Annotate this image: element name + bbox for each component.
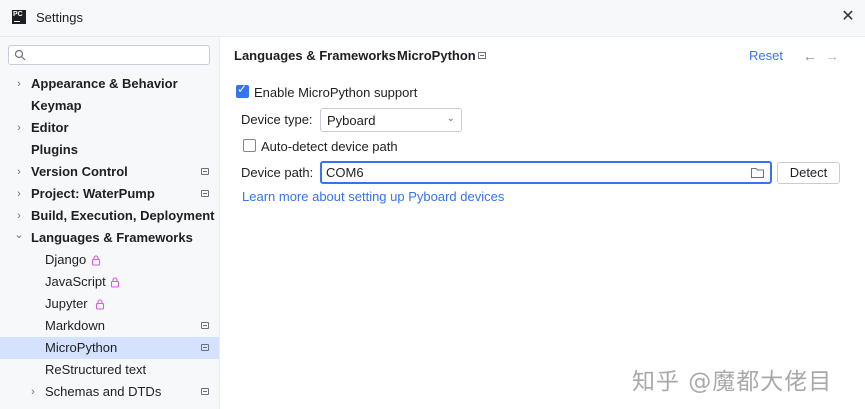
sidebar-item-plugins[interactable]: Plugins <box>0 139 219 161</box>
sidebar-item-markdown[interactable]: Markdown <box>0 315 219 337</box>
sidebar-item-label: MicroPython <box>45 340 118 355</box>
lock-icon <box>95 299 105 310</box>
zhihu-watermark: 知乎 @魔都大佬目 <box>632 369 833 395</box>
close-icon[interactable]: ✕ <box>839 8 857 26</box>
sidebar-item-version-control[interactable]: › Version Control <box>0 161 219 183</box>
pycharm-app-icon: PC <box>12 10 26 24</box>
sidebar-item-label: Django <box>45 252 87 267</box>
reset-link[interactable]: Reset <box>749 48 783 63</box>
chevron-right-icon[interactable]: › <box>14 73 24 95</box>
settings-content: Languages & Frameworks › MicroPython Res… <box>220 37 865 409</box>
sidebar-item-restructured-text[interactable]: ReStructured text <box>0 359 219 381</box>
chevron-down-icon: ⌄ <box>446 113 455 124</box>
sidebar-item-label: Schemas and DTDs <box>45 384 162 399</box>
device-path-field[interactable] <box>320 161 772 184</box>
sidebar-item-label: Project: WaterPump <box>31 186 155 201</box>
project-level-icon <box>201 190 209 197</box>
project-level-icon <box>478 52 486 59</box>
chevron-right-icon[interactable]: › <box>14 183 24 205</box>
auto-detect-checkbox[interactable] <box>243 139 256 152</box>
sidebar-item-label: Plugins <box>31 142 78 157</box>
sidebar-item-django[interactable]: Django <box>0 249 219 271</box>
auto-detect-label[interactable]: Auto-detect device path <box>261 139 398 154</box>
sidebar-item-label: Appearance & Behavior <box>31 76 178 91</box>
breadcrumb-parent[interactable]: Languages & Frameworks <box>234 48 396 63</box>
project-level-icon <box>201 388 209 395</box>
chevron-down-icon[interactable]: ⌄ <box>14 224 24 246</box>
sidebar-item-javascript[interactable]: JavaScript <box>0 271 219 293</box>
device-type-label: Device type: <box>241 112 313 127</box>
lock-icon <box>91 255 101 266</box>
enable-micropython-label[interactable]: Enable MicroPython support <box>254 85 417 100</box>
sidebar-item-languages[interactable]: ⌄ Languages & Frameworks <box>0 227 219 249</box>
sidebar-item-micropython[interactable]: MicroPython <box>0 337 219 359</box>
sidebar-item-label: Languages & Frameworks <box>31 230 193 245</box>
search-icon <box>14 49 26 61</box>
folder-icon[interactable] <box>751 167 764 178</box>
sidebar-item-label: Build, Execution, Deployment <box>31 208 215 223</box>
lock-icon <box>110 277 120 288</box>
settings-sidebar: › Appearance & Behavior Keymap › Editor … <box>0 37 220 409</box>
chevron-right-icon[interactable]: › <box>28 381 38 403</box>
breadcrumb-separator: › <box>384 47 389 62</box>
detect-button[interactable]: Detect <box>777 162 840 184</box>
chevron-right-icon[interactable]: › <box>14 117 24 139</box>
sidebar-item-label: Markdown <box>45 318 105 333</box>
sidebar-item-project[interactable]: › Project: WaterPump <box>0 183 219 205</box>
chevron-right-icon[interactable]: › <box>14 161 24 183</box>
title-bar: PC Settings ✕ <box>0 0 865 37</box>
sidebar-item-label: Keymap <box>31 98 82 113</box>
device-type-value: Pyboard <box>327 113 376 128</box>
project-level-icon <box>201 344 209 351</box>
window-title: Settings <box>36 10 83 25</box>
device-path-label: Device path: <box>241 165 314 180</box>
device-type-select[interactable]: Pyboard ⌄ <box>320 108 462 132</box>
sidebar-item-jupyter[interactable]: Jupyter <box>0 293 219 315</box>
learn-more-link[interactable]: Learn more about setting up Pyboard devi… <box>242 189 504 204</box>
sidebar-item-label: ReStructured text <box>45 362 147 377</box>
sidebar-item-build[interactable]: › Build, Execution, Deployment <box>0 205 219 227</box>
project-level-icon <box>201 168 209 175</box>
sidebar-item-label: Jupyter <box>45 296 88 311</box>
sidebar-item-schemas[interactable]: › Schemas and DTDs <box>0 381 219 403</box>
sidebar-item-label: Version Control <box>31 164 128 179</box>
enable-micropython-checkbox[interactable] <box>236 82 249 98</box>
sidebar-item-editor[interactable]: › Editor <box>0 117 219 139</box>
sidebar-item-label: Editor <box>31 120 69 135</box>
sidebar-item-label: JavaScript <box>45 274 106 289</box>
forward-arrow-icon[interactable]: → <box>825 48 839 64</box>
device-path-input[interactable] <box>326 164 736 181</box>
sidebar-item-keymap[interactable]: Keymap <box>0 95 219 117</box>
search-input[interactable] <box>8 45 210 65</box>
back-arrow-icon[interactable]: ← <box>803 48 817 64</box>
sidebar-item-appearance[interactable]: › Appearance & Behavior <box>0 73 219 95</box>
breadcrumb-current: MicroPython <box>397 48 476 63</box>
project-level-icon <box>201 322 209 329</box>
